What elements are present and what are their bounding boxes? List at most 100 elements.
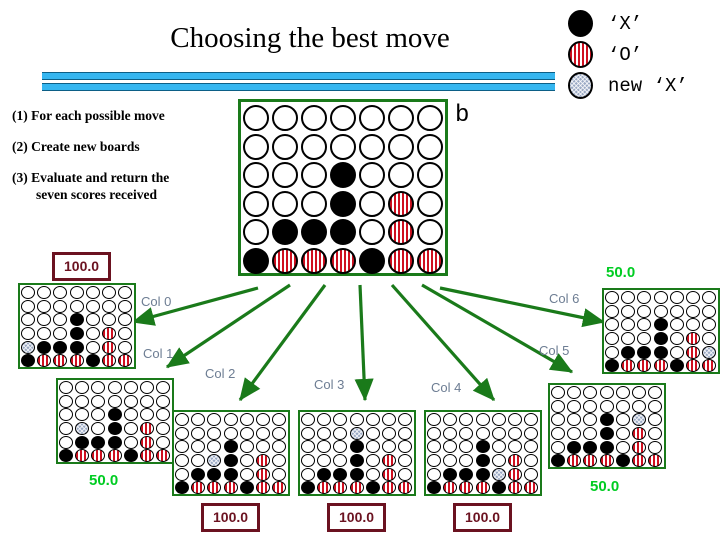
- board-cell[interactable]: [329, 133, 358, 160]
- board-cell[interactable]: [550, 386, 566, 400]
- board-cell[interactable]: [685, 359, 701, 373]
- board-cell[interactable]: [316, 467, 332, 481]
- board-cell[interactable]: [36, 354, 52, 368]
- board-cell[interactable]: [107, 422, 123, 436]
- board-cell[interactable]: [123, 449, 139, 463]
- board-cell[interactable]: [701, 291, 717, 305]
- board-cell[interactable]: [239, 481, 255, 495]
- board-cell[interactable]: [174, 467, 190, 481]
- board-cell[interactable]: [357, 105, 386, 132]
- board-cell[interactable]: [155, 422, 171, 436]
- board-cell[interactable]: [458, 426, 474, 441]
- board-cell[interactable]: [582, 440, 598, 454]
- board-cell[interactable]: [271, 219, 300, 246]
- board-cell[interactable]: [647, 454, 663, 468]
- board-cell[interactable]: [239, 426, 255, 441]
- board-cell[interactable]: [332, 467, 348, 481]
- board-cell[interactable]: [426, 426, 442, 441]
- board-cell[interactable]: [139, 408, 155, 422]
- board-cell[interactable]: [381, 426, 397, 441]
- board-cell[interactable]: [332, 481, 348, 495]
- board-cell[interactable]: [523, 440, 539, 454]
- board-cell[interactable]: [300, 467, 316, 481]
- board-cell[interactable]: [271, 467, 287, 481]
- board-cell[interactable]: [415, 133, 444, 160]
- board-cell[interactable]: [69, 286, 85, 300]
- board-cell[interactable]: [36, 286, 52, 300]
- board-cell[interactable]: [365, 467, 381, 481]
- board-cell[interactable]: [190, 467, 206, 481]
- board-cell[interactable]: [386, 133, 415, 160]
- board-cell[interactable]: [647, 440, 663, 454]
- board-cell[interactable]: [239, 454, 255, 468]
- board-cell[interactable]: [426, 413, 442, 427]
- board-cell[interactable]: [458, 467, 474, 481]
- board-cell[interactable]: [223, 426, 239, 441]
- board-cell[interactable]: [701, 359, 717, 373]
- board-cell[interactable]: [139, 394, 155, 409]
- board-cell[interactable]: [255, 467, 271, 481]
- board-cell[interactable]: [52, 313, 68, 327]
- board-cell[interactable]: [653, 291, 669, 305]
- board-cell[interactable]: [52, 340, 68, 354]
- board-cell[interactable]: [381, 481, 397, 495]
- board-cell[interactable]: [316, 426, 332, 441]
- board-cell[interactable]: [349, 440, 365, 454]
- board-cell[interactable]: [329, 105, 358, 132]
- board-cell[interactable]: [458, 481, 474, 495]
- board-cell[interactable]: [101, 327, 117, 341]
- board-cell[interactable]: [155, 435, 171, 449]
- board-cell[interactable]: [701, 345, 717, 359]
- board-cell[interactable]: [458, 440, 474, 454]
- board-cell[interactable]: [550, 440, 566, 454]
- board-cell[interactable]: [653, 332, 669, 346]
- board-cell[interactable]: [329, 190, 358, 217]
- board-cell[interactable]: [669, 345, 685, 359]
- board-cell[interactable]: [653, 359, 669, 373]
- board-cell[interactable]: [397, 426, 413, 441]
- board-cell[interactable]: [107, 381, 123, 395]
- board-cell[interactable]: [615, 399, 631, 414]
- board-cell[interactable]: [566, 413, 582, 427]
- board-cell[interactable]: [107, 394, 123, 409]
- board-cell[interactable]: [685, 304, 701, 319]
- board-cell[interactable]: [599, 386, 615, 400]
- board-cell[interactable]: [381, 413, 397, 427]
- board-cell[interactable]: [365, 440, 381, 454]
- board-cell[interactable]: [300, 426, 316, 441]
- board-cell[interactable]: [442, 426, 458, 441]
- board-cell[interactable]: [475, 426, 491, 441]
- board-cell[interactable]: [242, 105, 271, 132]
- board-cell[interactable]: [52, 286, 68, 300]
- board-cell[interactable]: [615, 413, 631, 427]
- board-cell[interactable]: [316, 413, 332, 427]
- main-game-board[interactable]: [238, 99, 448, 276]
- board-cell[interactable]: [615, 427, 631, 441]
- board-cell[interactable]: [357, 247, 386, 274]
- board-cell[interactable]: [139, 449, 155, 463]
- board-cell[interactable]: [20, 313, 36, 327]
- board-cell[interactable]: [491, 426, 507, 441]
- board-cell[interactable]: [206, 481, 222, 495]
- board-cell[interactable]: [242, 133, 271, 160]
- board-cell[interactable]: [620, 345, 636, 359]
- board-cell[interactable]: [239, 440, 255, 454]
- board-cell[interactable]: [636, 359, 652, 373]
- board-cell[interactable]: [85, 354, 101, 368]
- branch-board-col3[interactable]: [298, 410, 416, 496]
- board-cell[interactable]: [365, 481, 381, 495]
- board-cell[interactable]: [58, 408, 74, 422]
- board-cell[interactable]: [386, 219, 415, 246]
- board-cell[interactable]: [69, 340, 85, 354]
- board-cell[interactable]: [415, 190, 444, 217]
- board-cell[interactable]: [475, 413, 491, 427]
- board-cell[interactable]: [123, 435, 139, 449]
- board-cell[interactable]: [550, 413, 566, 427]
- board-cell[interactable]: [582, 427, 598, 441]
- board-cell[interactable]: [255, 413, 271, 427]
- board-cell[interactable]: [620, 359, 636, 373]
- board-cell[interactable]: [426, 440, 442, 454]
- board-cell[interactable]: [174, 454, 190, 468]
- board-cell[interactable]: [426, 481, 442, 495]
- board-cell[interactable]: [566, 386, 582, 400]
